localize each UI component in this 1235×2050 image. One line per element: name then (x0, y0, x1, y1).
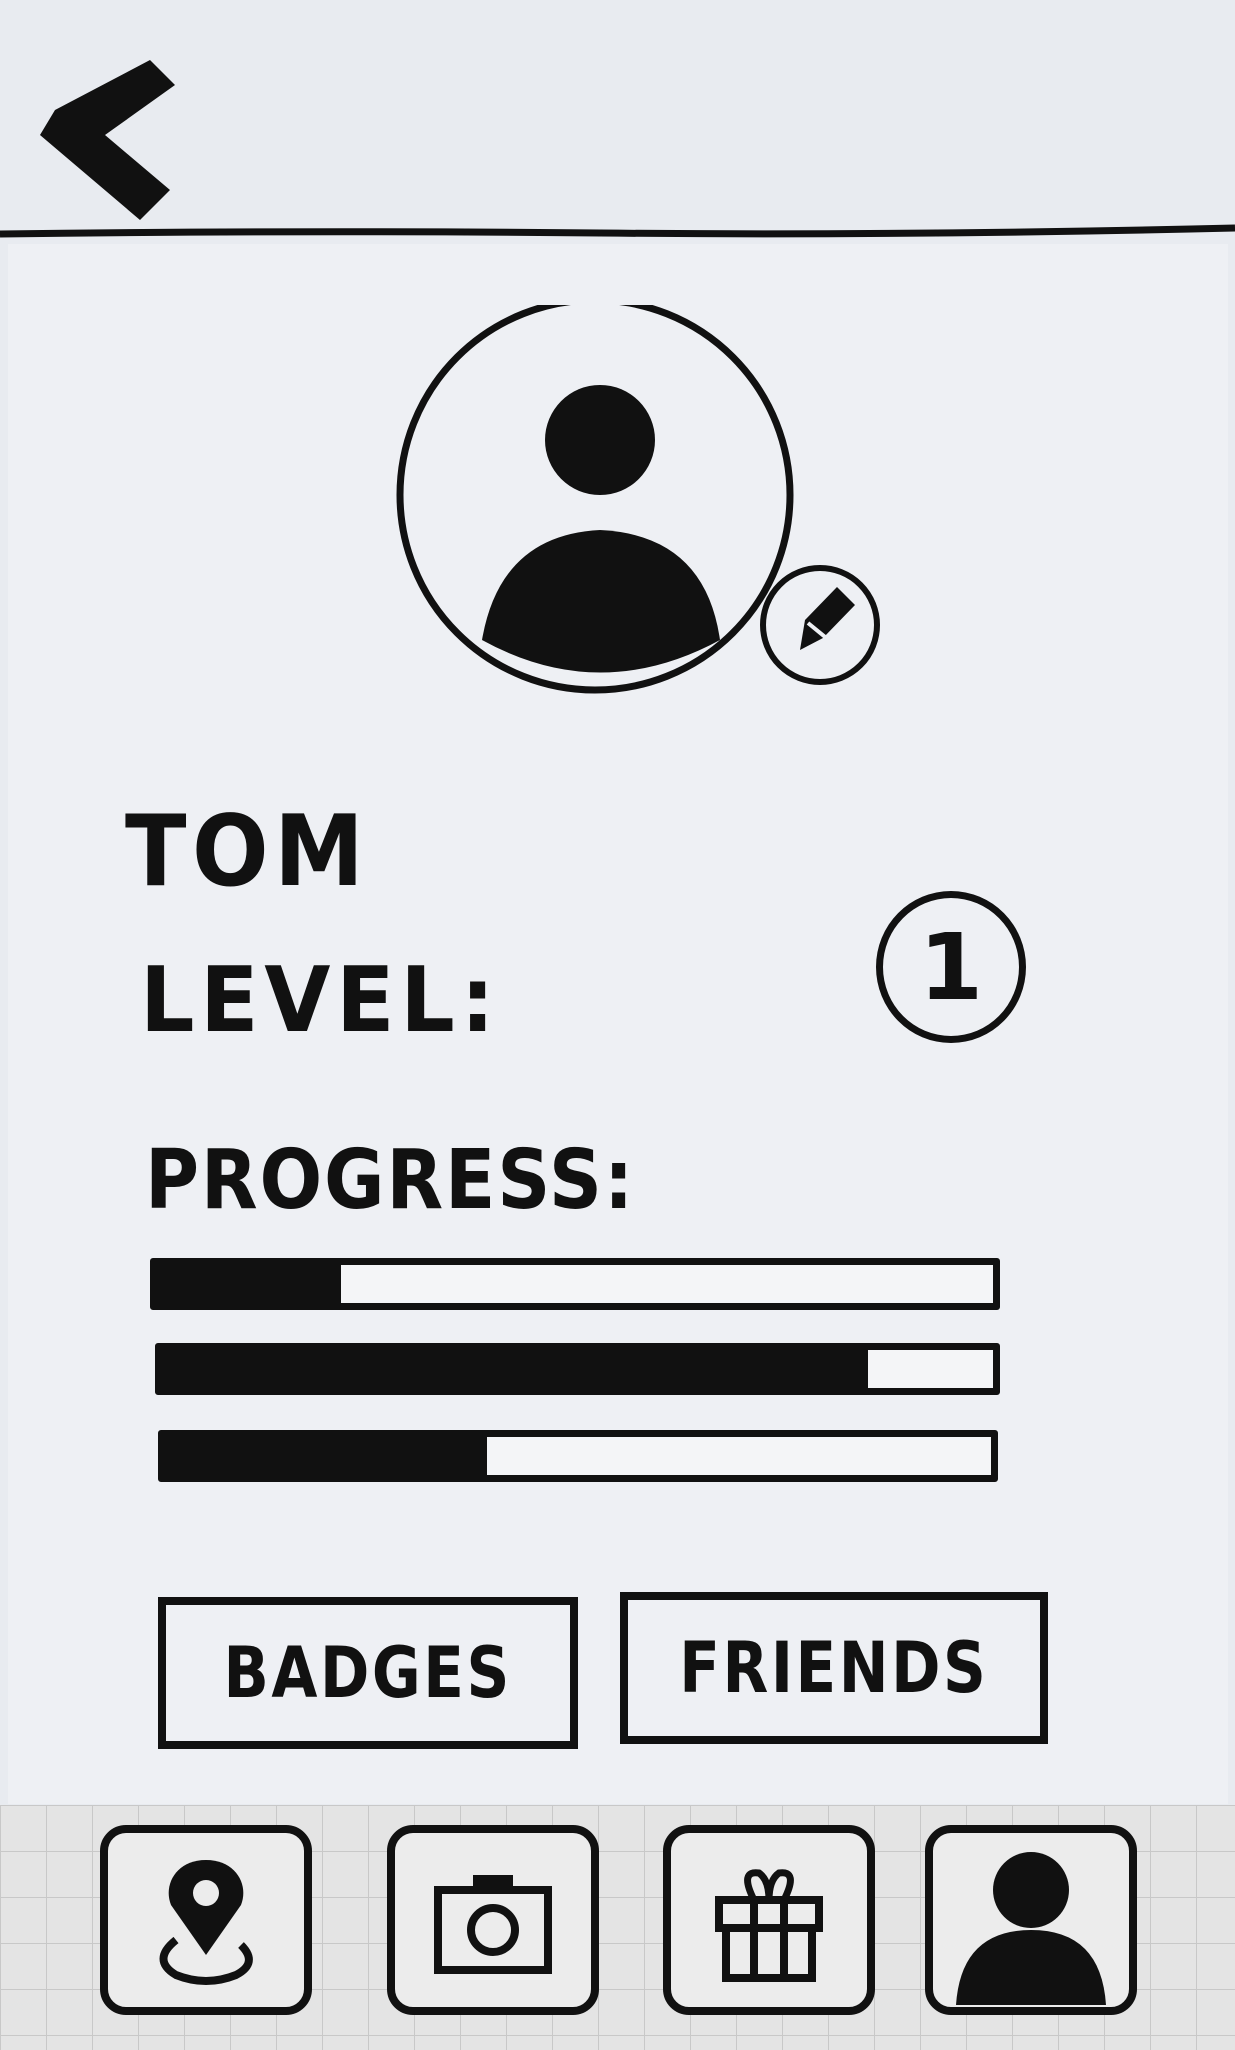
badges-button-label: BADGES (223, 1632, 513, 1714)
camera-icon (434, 1875, 552, 1974)
level-badge: 1 (876, 891, 1026, 1043)
progress-bar-1 (150, 1258, 1000, 1310)
user-name: TOM (125, 795, 370, 909)
avatar-container (385, 296, 885, 705)
badges-button[interactable]: BADGES (158, 1597, 578, 1749)
friends-button-label: FRIENDS (679, 1627, 989, 1709)
user-icon (956, 1852, 1106, 2005)
user-avatar-icon[interactable] (385, 296, 885, 705)
chevron-left-icon (40, 60, 175, 220)
progress-bar-3 (158, 1430, 998, 1482)
friends-button[interactable]: FRIENDS (620, 1592, 1048, 1744)
back-button[interactable] (25, 25, 185, 225)
edit-button[interactable] (760, 565, 880, 685)
app-screen: TOM LEVEL: 1 PROGRESS: BADGES FRIENDS (0, 0, 1235, 2050)
progress-bar-fill (162, 1350, 869, 1388)
header-divider (0, 224, 1235, 238)
gift-icon (715, 1869, 823, 1982)
tab-camera[interactable] (387, 1825, 599, 2015)
header (0, 0, 1235, 238)
tab-map[interactable] (100, 1825, 312, 2015)
progress-bar-fill (157, 1265, 341, 1303)
progress-label: PROGRESS: (145, 1133, 636, 1228)
tab-gifts[interactable] (663, 1825, 875, 2015)
progress-bar-fill (165, 1437, 488, 1475)
tab-profile[interactable] (925, 1825, 1137, 2015)
progress-bar-2 (155, 1343, 1000, 1395)
level-label: LEVEL: (140, 948, 501, 1053)
map-pin-icon (159, 1860, 253, 1985)
bottom-tab-bar (0, 1805, 1235, 2050)
